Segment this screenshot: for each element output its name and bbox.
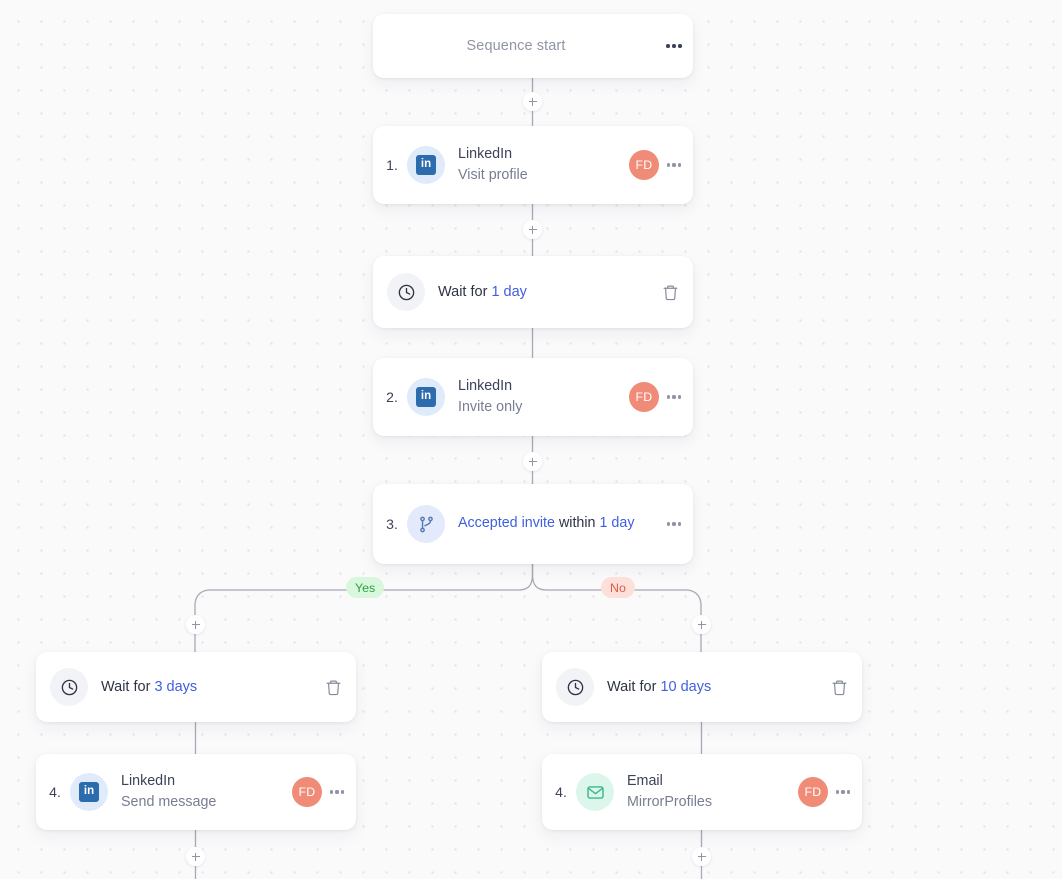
- trash-icon[interactable]: [316, 679, 350, 696]
- wait-label: Wait for 1 day: [425, 284, 653, 300]
- step-subtitle: Send message: [121, 794, 217, 810]
- step-card-text: LinkedIn Visit profile: [445, 144, 629, 185]
- step-index: 4.: [49, 784, 61, 800]
- linkedin-icon: in: [407, 378, 445, 416]
- avatar[interactable]: FD: [798, 777, 828, 807]
- step-title: Email: [627, 773, 663, 790]
- ellipsis-icon[interactable]: [322, 790, 352, 794]
- wait-prefix: Wait for: [101, 679, 151, 695]
- branch-icon: [407, 505, 445, 543]
- step-card-4-yes[interactable]: 4. in LinkedIn Send message FD: [36, 754, 356, 830]
- wait-card-yes[interactable]: Wait for 3 days: [36, 652, 356, 722]
- step-card-text: LinkedIn Invite only: [445, 376, 629, 417]
- step-card-1[interactable]: 1. in LinkedIn Visit profile FD: [373, 126, 693, 204]
- step-index: 4.: [555, 784, 567, 800]
- add-step-button[interactable]: [523, 220, 542, 239]
- condition-label: Accepted invite within 1 day: [445, 513, 659, 534]
- linkedin-mark: in: [79, 782, 99, 802]
- step-title: LinkedIn: [458, 378, 513, 395]
- step-title: LinkedIn: [458, 146, 513, 163]
- step-card-text: LinkedIn Send message: [108, 771, 292, 812]
- ellipsis-icon[interactable]: [659, 395, 689, 399]
- condition-duration[interactable]: 1 day: [600, 515, 635, 531]
- step-title: LinkedIn: [121, 773, 176, 790]
- wait-label: Wait for 10 days: [594, 679, 822, 695]
- linkedin-icon: in: [70, 773, 108, 811]
- add-step-button[interactable]: [186, 847, 205, 866]
- ellipsis-icon[interactable]: [659, 163, 689, 167]
- linkedin-mark: in: [416, 155, 436, 175]
- wait-prefix: Wait for: [607, 679, 657, 695]
- add-step-button[interactable]: [186, 615, 205, 634]
- step-index: 3.: [386, 516, 398, 532]
- sequence-start-card[interactable]: Sequence start: [373, 14, 693, 78]
- ellipsis-icon[interactable]: [659, 522, 689, 526]
- clock-icon: [50, 668, 88, 706]
- wait-duration[interactable]: 3 days: [154, 679, 197, 695]
- branch-label-yes: Yes: [346, 577, 385, 598]
- condition-middle: within: [558, 515, 596, 532]
- condition-name[interactable]: Accepted invite: [458, 515, 555, 531]
- step-card-text: Email MirrorProfiles: [614, 771, 798, 812]
- avatar[interactable]: FD: [292, 777, 322, 807]
- wait-label: Wait for 3 days: [88, 679, 316, 695]
- step-subtitle: MirrorProfiles: [627, 794, 712, 810]
- clock-icon: [387, 273, 425, 311]
- step-card-4-no[interactable]: 4. Email MirrorProfiles FD: [542, 754, 862, 830]
- clock-icon: [556, 668, 594, 706]
- wait-prefix: Wait for: [438, 284, 488, 300]
- wait-duration[interactable]: 1 day: [491, 284, 526, 300]
- step-index: 2.: [386, 389, 398, 405]
- trash-icon[interactable]: [822, 679, 856, 696]
- linkedin-mark: in: [416, 387, 436, 407]
- linkedin-icon: in: [407, 146, 445, 184]
- step-index: 1.: [386, 157, 398, 173]
- add-step-button[interactable]: [523, 452, 542, 471]
- add-step-button[interactable]: [692, 847, 711, 866]
- sequence-start-label: Sequence start: [466, 38, 566, 54]
- trash-icon[interactable]: [653, 284, 687, 301]
- sequence-canvas: Sequence start 1. in LinkedIn Visit prof…: [0, 0, 1062, 879]
- branch-label-no: No: [601, 577, 635, 598]
- avatar[interactable]: FD: [629, 382, 659, 412]
- wait-duration[interactable]: 10 days: [660, 679, 711, 695]
- ellipsis-icon[interactable]: [659, 44, 689, 48]
- email-icon: [576, 773, 614, 811]
- wait-card-1[interactable]: Wait for 1 day: [373, 256, 693, 328]
- wait-card-no[interactable]: Wait for 10 days: [542, 652, 862, 722]
- add-step-button[interactable]: [692, 615, 711, 634]
- avatar[interactable]: FD: [629, 150, 659, 180]
- step-subtitle: Visit profile: [458, 167, 528, 183]
- condition-card-3[interactable]: 3. Accepted invite within 1 day: [373, 484, 693, 564]
- ellipsis-icon[interactable]: [828, 790, 858, 794]
- step-subtitle: Invite only: [458, 399, 523, 415]
- add-step-button[interactable]: [523, 92, 542, 111]
- step-card-2[interactable]: 2. in LinkedIn Invite only FD: [373, 358, 693, 436]
